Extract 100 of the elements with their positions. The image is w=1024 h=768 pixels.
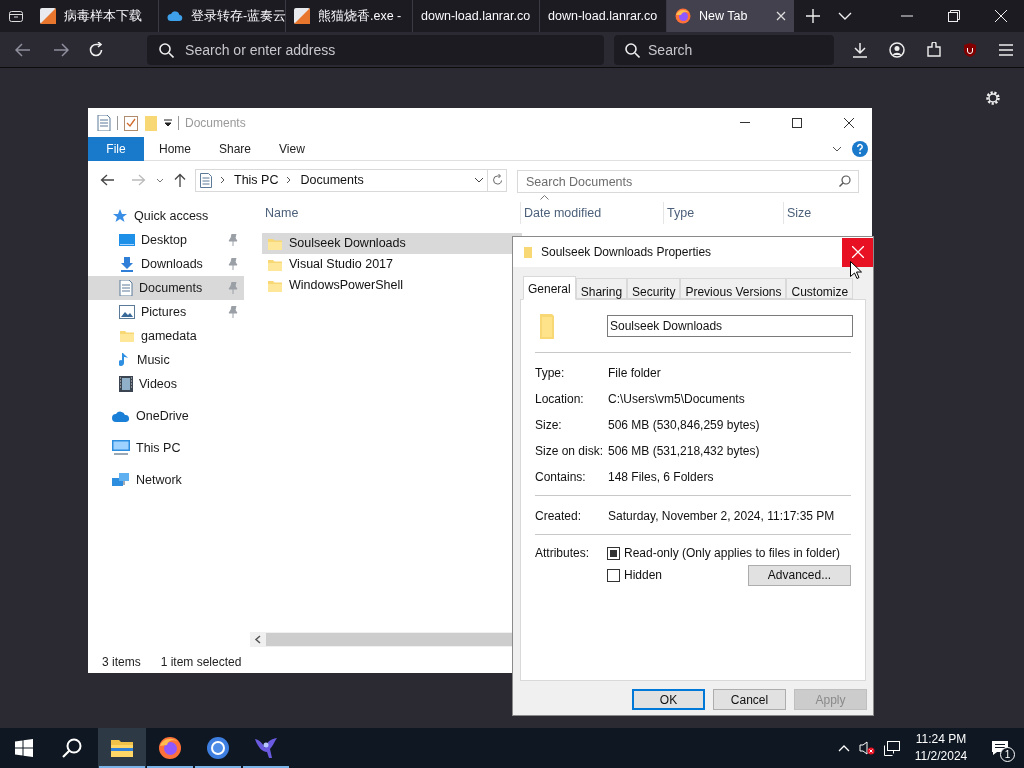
nav-item[interactable]: gamedata [88, 324, 244, 348]
folder-icon [523, 246, 533, 258]
checklist-icon[interactable] [124, 114, 138, 131]
address-bar[interactable]: This PC Documents [195, 168, 488, 192]
chevron-down-icon [474, 177, 484, 183]
file-row[interactable]: Soulseek Downloads [262, 233, 522, 254]
logo-icon [40, 8, 56, 24]
menu-icon[interactable] [998, 42, 1014, 57]
column-header[interactable]: Size [787, 203, 812, 223]
settings-icon[interactable] [984, 89, 1002, 107]
file-row[interactable]: WindowsPowerShell [262, 275, 522, 296]
address-field[interactable]: Search or enter address [147, 34, 605, 65]
sort-caret-icon [540, 195, 549, 200]
status-text: 1 item selected [160, 654, 242, 671]
property-label: Location: [535, 391, 585, 408]
document-icon [119, 280, 133, 296]
clock[interactable]: 11:24 PM 11/2/2024 [906, 731, 976, 765]
search-field[interactable]: Search Documents [517, 170, 859, 193]
chevron-up-icon[interactable] [838, 744, 850, 752]
nav-item[interactable]: Desktop [88, 228, 244, 252]
close-icon[interactable] [844, 117, 854, 128]
folder-icon [267, 278, 283, 293]
column-header[interactable]: Date modified [524, 203, 602, 223]
ribbon-tab[interactable]: Home [144, 136, 204, 161]
tab-list-icon[interactable] [8, 8, 24, 24]
network-icon [112, 472, 130, 488]
nav-item[interactable]: Videos [88, 372, 244, 396]
volume-muted-icon[interactable] [859, 740, 875, 756]
maximize-icon[interactable] [792, 117, 802, 128]
firefox-icon [675, 8, 691, 24]
dialog-tab[interactable]: General [523, 276, 576, 300]
notifications-button[interactable]: 1 [976, 728, 1024, 768]
dropdown-icon[interactable] [164, 118, 172, 127]
download-icon[interactable] [852, 41, 869, 58]
taskbar-app[interactable] [98, 728, 146, 768]
back-icon[interactable] [14, 42, 31, 57]
download-icon [119, 256, 135, 272]
nav-item[interactable]: Music [88, 348, 244, 372]
dialog-tab[interactable]: Previous Versions [680, 278, 787, 299]
back-icon[interactable] [100, 174, 114, 186]
new-tab-icon[interactable] [806, 9, 820, 23]
nav-item[interactable]: Downloads [88, 252, 244, 276]
file-row[interactable]: Visual Studio 2017 [262, 254, 522, 275]
chevron-down-icon[interactable] [832, 145, 842, 152]
dialog-button[interactable]: Cancel [713, 689, 786, 710]
dialog-tab[interactable]: Customize [786, 278, 854, 299]
ribbon-tab[interactable]: Share [204, 136, 264, 161]
dialog-tab[interactable]: Security [627, 278, 681, 299]
pin-icon [228, 258, 238, 270]
property-value: 506 MB (530,846,259 bytes) [608, 417, 760, 434]
star-icon [112, 208, 128, 224]
checkbox-label[interactable]: Read-only (Only applies to files in folder) [624, 544, 841, 562]
close-button[interactable] [842, 237, 873, 267]
dialog-button[interactable]: OK [632, 689, 705, 710]
picture-icon [119, 305, 135, 319]
browser-icon [206, 736, 230, 760]
network-icon[interactable] [884, 740, 900, 756]
nav-item[interactable]: Documents [88, 276, 244, 300]
folder-icon [539, 313, 555, 339]
ribbon-tab[interactable]: File [88, 136, 144, 161]
restore-icon[interactable] [947, 10, 960, 22]
document-icon [200, 172, 212, 188]
checkbox[interactable] [607, 546, 620, 560]
search-icon [839, 174, 851, 187]
search-icon[interactable] [62, 738, 82, 758]
nav-item[interactable]: Pictures [88, 300, 244, 324]
property-label: Type: [535, 365, 566, 382]
property-label: Contains: [535, 469, 587, 486]
breadcrumb[interactable]: This PC [234, 170, 279, 190]
windows-start-icon[interactable] [15, 739, 33, 757]
column-header[interactable]: Name [265, 203, 299, 223]
folder-icon [267, 257, 283, 272]
extensions-icon[interactable] [926, 41, 942, 58]
property-value: 148 Files, 6 Folders [608, 469, 714, 486]
music-note-icon [119, 352, 131, 368]
advanced-button[interactable]: Advanced... [748, 564, 851, 586]
search-field[interactable]: Search [614, 34, 835, 65]
dialog-tab[interactable]: Sharing [575, 278, 628, 299]
shield-icon[interactable] [962, 41, 978, 58]
browser-tab[interactable]: New Tab [667, 0, 794, 32]
forward-icon[interactable] [52, 42, 69, 57]
nav-item[interactable]: Network [88, 468, 244, 492]
nav-item[interactable]: This PC [88, 436, 244, 460]
properties-icon[interactable] [97, 114, 111, 131]
column-header[interactable]: Type [667, 203, 695, 223]
account-icon[interactable] [889, 41, 906, 58]
help-icon[interactable] [852, 140, 868, 157]
nav-item[interactable]: OneDrive [88, 404, 244, 428]
refresh-icon[interactable] [491, 174, 503, 186]
reload-icon[interactable] [88, 41, 105, 58]
checkbox[interactable] [607, 568, 620, 582]
checkbox-label[interactable]: Hidden [624, 566, 663, 584]
property-value: 506 MB (531,218,432 bytes) [608, 443, 760, 460]
name-field[interactable]: Soulseek Downloads [607, 315, 853, 337]
up-icon[interactable] [174, 173, 186, 187]
ribbon-tab[interactable]: View [264, 136, 324, 161]
breadcrumb-chevron-icon [286, 176, 293, 184]
nav-item[interactable]: Quick access [88, 204, 244, 228]
logo-icon [294, 8, 310, 24]
breadcrumb[interactable]: Documents [300, 170, 364, 190]
